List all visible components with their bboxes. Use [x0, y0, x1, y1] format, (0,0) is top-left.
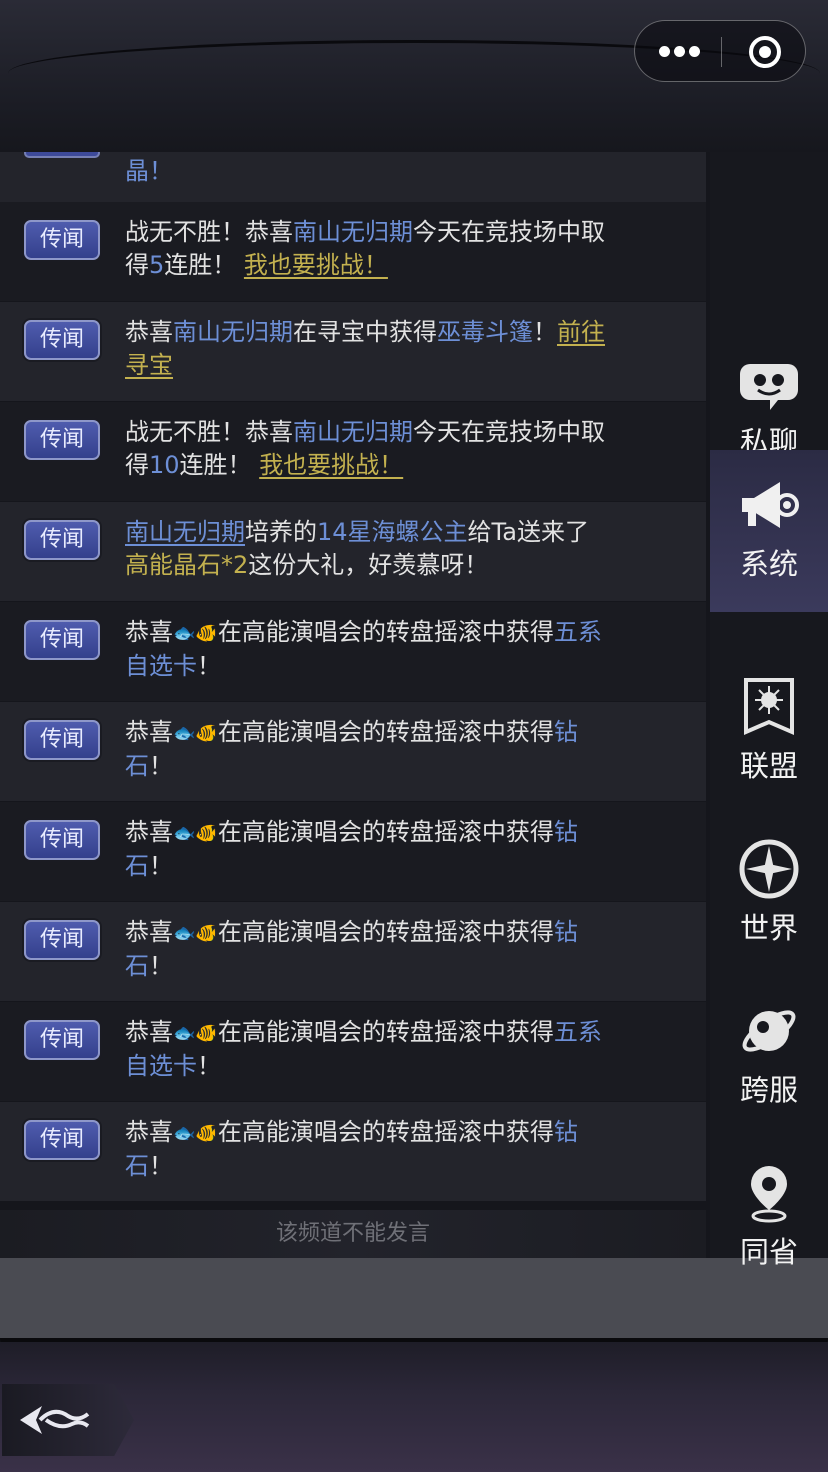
tab-same-province[interactable]: 同省	[710, 1138, 828, 1300]
message-text: 战无不胜！恭喜南山无归期今天在竞技场中取得10连胜！ 我也要挑战！	[125, 418, 605, 479]
back-arrow-icon	[20, 1406, 90, 1434]
list-item: 传闻 恭喜🐟🐠在高能演唱会的转盘摇滚中获得钻石！	[0, 902, 706, 1001]
banner-icon	[744, 678, 794, 736]
mini-program-capsule	[634, 20, 806, 82]
rumor-tag: 传闻	[24, 920, 100, 960]
channel-sidebar: 私聊 系统 联盟 世界 跨服 同省	[710, 152, 828, 1269]
message-text: 恭喜南山无归期在寻宝中获得巫毒斗篷！前往寻宝	[125, 318, 605, 379]
rumor-tag: 传闻	[24, 220, 100, 260]
list-item: 传闻 恭喜🐟🐠在高能演唱会的转盘摇滚中获得钻石！	[0, 802, 706, 901]
message-text: 南山无归期培养的14星海螺公主给Ta送来了高能晶石*2这份大礼，好羡慕呀！	[125, 518, 589, 579]
rumor-tag: 传闻	[24, 720, 100, 760]
rumor-tag: 传闻	[24, 1120, 100, 1160]
message-list[interactable]: 晶！ 传闻 战无不胜！恭喜南山无归期今天在竞技场中取得5连胜！ 我也要挑战！ 传…	[0, 152, 706, 1210]
list-item: 晶！	[0, 152, 706, 202]
compass-icon	[739, 839, 799, 899]
tab-alliance[interactable]: 联盟	[710, 652, 828, 814]
rumor-tag	[24, 152, 100, 158]
sidebar-item-label: 同省	[739, 1235, 798, 1269]
list-item: 传闻 战无不胜！恭喜南山无归期今天在竞技场中取得5连胜！ 我也要挑战！	[0, 202, 706, 301]
tab-cross-server[interactable]: 跨服	[710, 976, 828, 1138]
megaphone-icon	[742, 482, 799, 528]
target-icon[interactable]	[749, 36, 781, 68]
capsule-divider	[721, 37, 722, 67]
message-text: 战无不胜！恭喜南山无归期今天在竞技场中取得5连胜！ 我也要挑战！	[125, 218, 605, 279]
tab-world[interactable]: 世界	[710, 814, 828, 976]
fish-avatar-icon: 🐟🐠	[173, 723, 218, 744]
channel-muted-notice: 该频道不能发言	[0, 1210, 706, 1258]
message-text: 恭喜🐟🐠在高能演唱会的转盘摇滚中获得钻石！	[125, 1118, 578, 1180]
message-text: 恭喜🐟🐠在高能演唱会的转盘摇滚中获得钻石！	[125, 918, 578, 980]
rumor-tag: 传闻	[24, 620, 100, 660]
fish-avatar-icon: 🐟🐠	[173, 1023, 218, 1044]
location-pin-icon	[751, 1166, 787, 1223]
input-bar	[0, 1258, 828, 1338]
list-item: 传闻 恭喜🐟🐠在高能演唱会的转盘摇滚中获得钻石！	[0, 702, 706, 801]
sidebar-item-label: 系统	[739, 547, 798, 581]
rumor-tag: 传闻	[24, 420, 100, 460]
sidebar-item-label: 跨服	[739, 1073, 798, 1107]
list-item: 传闻 恭喜🐟🐠在高能演唱会的转盘摇滚中获得五系自选卡！	[0, 1002, 706, 1101]
chat-face-icon	[740, 364, 798, 410]
fish-avatar-icon: 🐟🐠	[173, 623, 218, 644]
fish-avatar-icon: 🐟🐠	[173, 1123, 218, 1144]
fish-avatar-icon: 🐟🐠	[173, 823, 218, 844]
rumor-tag: 传闻	[24, 320, 100, 360]
fish-avatar-icon: 🐟🐠	[173, 923, 218, 944]
frame-rim	[0, 1338, 828, 1368]
message-text: 恭喜🐟🐠在高能演唱会的转盘摇滚中获得钻石！	[125, 818, 578, 880]
message-text: 恭喜🐟🐠在高能演唱会的转盘摇滚中获得五系自选卡！	[125, 1018, 602, 1080]
list-item: 传闻 恭喜🐟🐠在高能演唱会的转盘摇滚中获得钻石！	[0, 1102, 706, 1201]
message-text: 恭喜🐟🐠在高能演唱会的转盘摇滚中获得五系自选卡！	[125, 618, 602, 680]
list-item: 传闻 南山无归期培养的14星海螺公主给Ta送来了高能晶石*2这份大礼，好羡慕呀！	[0, 502, 706, 601]
list-item: 传闻 恭喜🐟🐠在高能演唱会的转盘摇滚中获得五系自选卡！	[0, 602, 706, 701]
rumor-tag: 传闻	[24, 520, 100, 560]
list-item: 传闻 恭喜南山无归期在寻宝中获得巫毒斗篷！前往寻宝	[0, 302, 706, 401]
sidebar-item-label: 世界	[739, 911, 798, 945]
challenge-link[interactable]: 我也要挑战！	[259, 451, 403, 479]
rumor-tag: 传闻	[24, 1020, 100, 1060]
player-name[interactable]: 南山无归期	[293, 418, 413, 446]
back-button[interactable]	[2, 1384, 134, 1456]
rumor-tag: 传闻	[24, 820, 100, 860]
more-dots-icon[interactable]	[659, 46, 700, 58]
player-name[interactable]: 南山无归期	[173, 318, 293, 346]
planet-icon	[742, 1010, 796, 1052]
challenge-link[interactable]: 我也要挑战！	[244, 251, 388, 279]
player-name[interactable]: 南山无归期	[293, 218, 413, 246]
sidebar-item-label: 联盟	[739, 749, 798, 783]
tab-system[interactable]: 系统	[710, 450, 828, 612]
list-item: 传闻 战无不胜！恭喜南山无归期今天在竞技场中取得10连胜！ 我也要挑战！	[0, 402, 706, 501]
message-text: 恭喜🐟🐠在高能演唱会的转盘摇滚中获得钻石！	[125, 718, 578, 780]
message-text: 晶！	[125, 157, 173, 185]
player-name[interactable]: 南山无归期	[125, 518, 245, 546]
